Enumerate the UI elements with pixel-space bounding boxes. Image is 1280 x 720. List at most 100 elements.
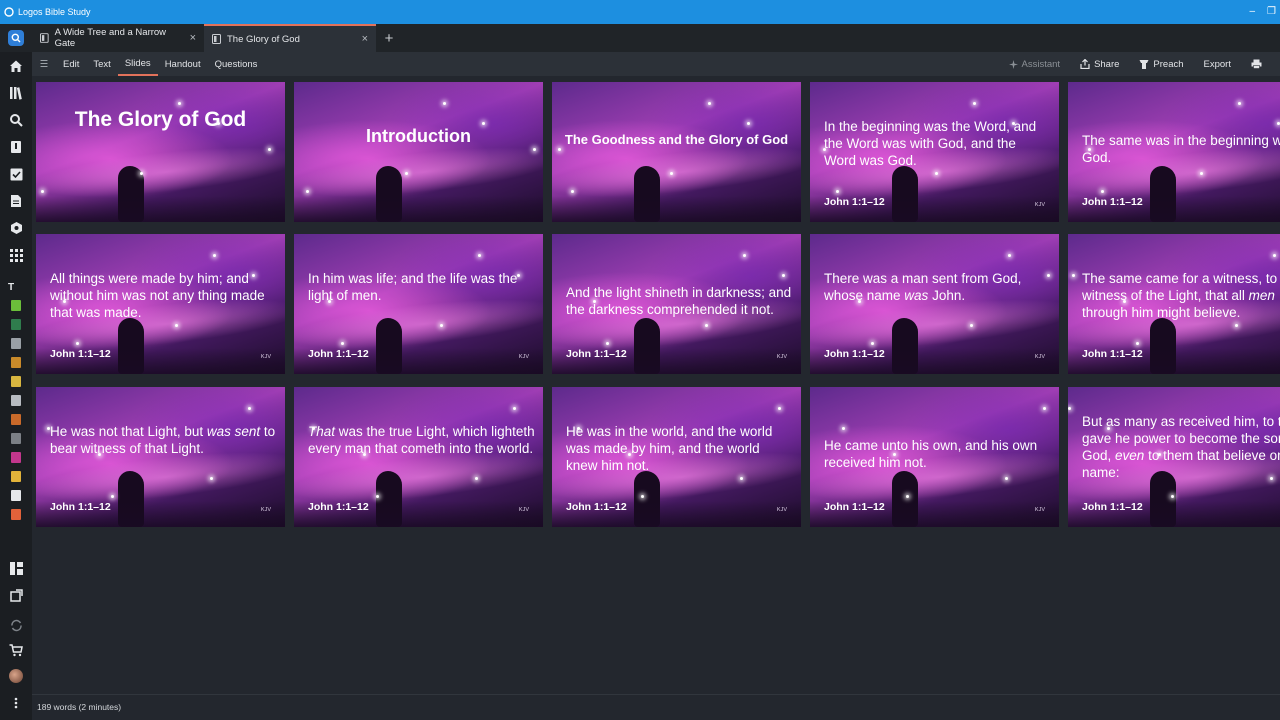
left-sidebar: T xyxy=(0,52,32,720)
export-button[interactable]: Export xyxy=(1196,59,1239,70)
preach-button[interactable]: Preach xyxy=(1131,59,1191,70)
tab-close-icon[interactable]: × xyxy=(362,33,368,45)
slide-version-label: KJV xyxy=(518,354,529,360)
library-icon[interactable] xyxy=(8,85,24,101)
status-bar: 189 words (2 minutes) xyxy=(32,694,1280,718)
share-button[interactable]: Share xyxy=(1072,59,1127,70)
tab-handout[interactable]: Handout xyxy=(158,52,208,76)
sync-icon[interactable] xyxy=(8,617,24,633)
slide-reference: John 1:1–12 xyxy=(50,348,111,360)
star-icon xyxy=(478,254,481,257)
slide-reference: John 1:1–12 xyxy=(824,196,885,208)
star-icon xyxy=(970,324,973,327)
tab-slides[interactable]: Slides xyxy=(117,52,158,76)
resource-gold-icon[interactable] xyxy=(11,471,21,482)
restore-button[interactable]: ❐ xyxy=(1267,6,1276,17)
slide-thumbnail[interactable]: Introduction xyxy=(294,82,543,222)
open-external-icon[interactable] xyxy=(8,587,24,603)
star-icon xyxy=(906,495,909,498)
text-tool-icon[interactable]: T xyxy=(8,279,24,295)
layouts-icon[interactable] xyxy=(8,560,24,576)
star-icon xyxy=(1238,102,1241,105)
search-icon[interactable] xyxy=(8,112,24,128)
slide-reference: John 1:1–12 xyxy=(1082,348,1143,360)
slide-verse-text: In the beginning was the Word, and the W… xyxy=(824,119,1037,168)
avatar[interactable] xyxy=(8,668,24,684)
documents-icon[interactable] xyxy=(8,193,24,209)
slide-thumbnail[interactable]: There was a man sent from God, whose nam… xyxy=(810,234,1059,374)
slide-version-label: KJV xyxy=(776,507,787,513)
slide-verse-text: The same was in the beginning with God. xyxy=(1082,133,1280,165)
window-title: Logos Bible Study xyxy=(18,7,91,17)
star-icon xyxy=(443,102,446,105)
tab-text[interactable]: Text xyxy=(86,52,117,76)
star-icon xyxy=(778,407,781,410)
export-label: Export xyxy=(1203,58,1231,70)
guides-icon[interactable] xyxy=(8,139,24,155)
apps-grid-icon[interactable] xyxy=(8,247,24,263)
panel-menu-icon[interactable]: ☰ xyxy=(32,59,56,70)
sparkle-icon xyxy=(1008,59,1018,69)
slide-title: The Glory of God xyxy=(74,108,247,131)
resource-gray-icon[interactable] xyxy=(11,338,21,349)
share-label: Share xyxy=(1094,58,1120,70)
star-icon xyxy=(248,407,251,410)
slide-thumbnail[interactable]: That was the true Light, which lighteth … xyxy=(294,387,543,527)
logos-home-button[interactable] xyxy=(0,24,32,52)
slide-title: The Goodness and the Glory of God xyxy=(564,132,789,147)
slide-thumbnail[interactable]: And the light shineth in darkness; and t… xyxy=(552,234,801,374)
resource-orange-icon[interactable] xyxy=(11,357,21,368)
tools-icon[interactable] xyxy=(8,220,24,236)
more-vertical-icon[interactable] xyxy=(8,695,24,711)
star-icon xyxy=(1101,190,1104,193)
star-icon xyxy=(743,254,746,257)
resource-green-icon[interactable] xyxy=(11,300,21,311)
slide-thumbnail[interactable]: All things were made by him; and without… xyxy=(36,234,285,374)
cart-icon[interactable] xyxy=(8,642,24,658)
star-icon xyxy=(1005,477,1008,480)
resource-yellow-icon[interactable] xyxy=(11,376,21,387)
resource-darkgreen-icon[interactable] xyxy=(11,319,21,330)
minimize-button[interactable]: – xyxy=(1249,6,1255,17)
star-icon xyxy=(606,342,609,345)
slide-thumbnail[interactable]: He came unto his own, and his own receiv… xyxy=(810,387,1059,527)
star-icon xyxy=(41,190,44,193)
document-toolbar: ☰ Edit Text Slides Handout Questions Ass… xyxy=(32,52,1280,76)
star-icon xyxy=(1171,495,1174,498)
slide-thumbnail[interactable]: The same came for a witness, to bear wit… xyxy=(1068,234,1280,374)
slide-thumbnail[interactable]: In him was life; and the life was the li… xyxy=(294,234,543,374)
resource-white-icon[interactable] xyxy=(11,490,21,501)
slide-ground-shadow xyxy=(552,196,801,222)
star-icon xyxy=(641,495,644,498)
slide-thumbnail[interactable]: The Glory of God xyxy=(36,82,285,222)
star-icon xyxy=(973,102,976,105)
tab-edit[interactable]: Edit xyxy=(56,52,86,76)
slide-version-label: KJV xyxy=(260,507,271,513)
checklist-icon[interactable] xyxy=(8,166,24,182)
star-icon xyxy=(341,342,344,345)
podium-icon xyxy=(1139,60,1149,69)
slide-thumbnail[interactable]: In the beginning was the Word, and the W… xyxy=(810,82,1059,222)
app-logo-icon xyxy=(4,7,14,17)
slide-thumbnail[interactable]: But as many as received him, to them gav… xyxy=(1068,387,1280,527)
tab-questions[interactable]: Questions xyxy=(208,52,265,76)
slide-verse-text: But as many as received him, to them gav… xyxy=(1082,414,1280,480)
tab-close-icon[interactable]: × xyxy=(190,32,196,44)
slide-thumbnail[interactable]: The Goodness and the Glory of God xyxy=(552,82,801,222)
slide-thumbnail[interactable]: The same was in the beginning with God. J… xyxy=(1068,82,1280,222)
slide-thumbnail[interactable]: He was in the world, and the world was m… xyxy=(552,387,801,527)
resource-slate-icon[interactable] xyxy=(11,433,21,444)
resource-red-icon[interactable] xyxy=(11,509,21,520)
slide-version-label: KJV xyxy=(1034,202,1045,208)
tab-wide-tree[interactable]: A Wide Tree and a Narrow Gate × xyxy=(32,24,204,52)
resource-silver-icon[interactable] xyxy=(11,395,21,406)
resource-amber-icon[interactable] xyxy=(11,414,21,425)
assistant-button[interactable]: Assistant xyxy=(1001,59,1069,70)
new-tab-button[interactable]: + xyxy=(376,24,402,52)
home-icon[interactable] xyxy=(8,58,24,74)
resource-pink-icon[interactable] xyxy=(11,452,21,463)
tab-glory-of-god[interactable]: The Glory of God × xyxy=(204,24,376,52)
word-count: 189 words (2 minutes) xyxy=(37,701,122,712)
slide-thumbnail[interactable]: He was not that Light, but was sent to b… xyxy=(36,387,285,527)
print-button[interactable] xyxy=(1243,59,1270,69)
